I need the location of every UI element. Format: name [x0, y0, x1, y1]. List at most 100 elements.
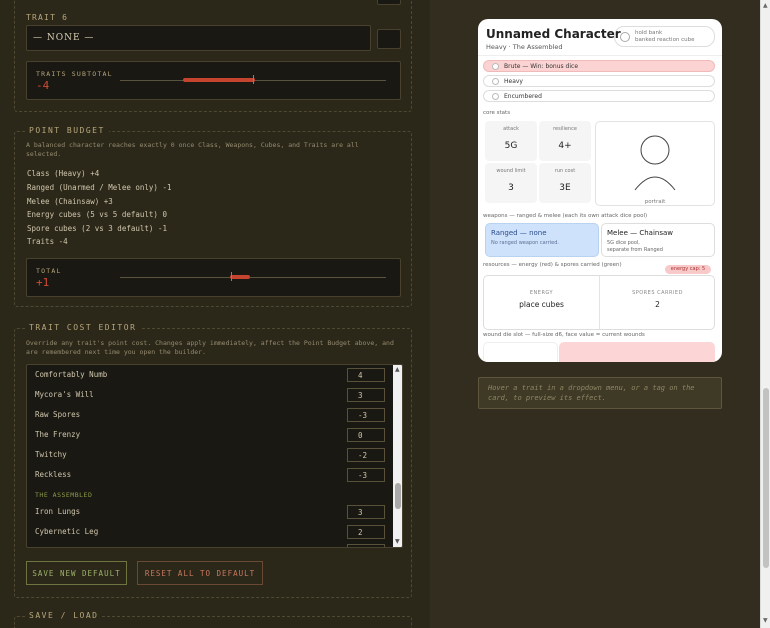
tag-circle-icon: [492, 78, 499, 85]
trait-cost-list[interactable]: Comfortably Numb 4 Mycora's Will 3 Raw S…: [26, 364, 403, 548]
traits-subtotal-box: TRAITS SUBTOTAL -4: [26, 61, 401, 100]
group-heading: THE ASSEMBLED: [35, 491, 93, 499]
budget-total-value: +1: [36, 276, 50, 289]
list-scrollbar[interactable]: ▲ ▼: [393, 365, 402, 547]
trait-cost-editor-title: TRAIT COST EDITOR: [25, 323, 141, 332]
point-budget-title: POINT BUDGET: [25, 126, 109, 135]
portrait: portrait: [595, 121, 715, 206]
scroll-up-icon[interactable]: ▲: [395, 366, 400, 373]
trait-name: Mycora's Will: [35, 390, 94, 399]
hold-bank-sublabel: banked reaction cube: [635, 37, 695, 43]
stat-key: wound limit: [496, 168, 526, 174]
reset-all-default-label: RESET ALL TO DEFAULT: [144, 569, 256, 578]
energy-value[interactable]: place cubes: [484, 300, 599, 309]
traits-subtotal-label: TRAITS SUBTOTAL: [36, 70, 113, 78]
list-item: Mycora's Will 3: [27, 385, 395, 405]
budget-line-class: Class (Heavy) +4: [27, 169, 100, 178]
list-next-item-stub: [347, 544, 385, 547]
hover-hint: Hover a trait in a dropdown menu, or a t…: [478, 377, 722, 409]
melee-desc-1: 5G dice pool,: [607, 240, 640, 246]
wound-left-box: [483, 342, 558, 362]
trait-cost-input[interactable]: -2: [347, 448, 385, 462]
stat-key: resilience: [553, 126, 577, 132]
hold-bank-label: hold bank: [635, 30, 663, 36]
list-scroll-thumb[interactable]: [395, 483, 401, 509]
budget-line-traits: Traits -4: [27, 237, 68, 246]
portrait-silhouette-icon: [634, 135, 676, 191]
total-track: [120, 277, 386, 278]
weapons-label: weapons — ranged & melee (each its own a…: [483, 213, 648, 219]
budget-total-label: TOTAL: [36, 267, 62, 275]
budget-line-ranged: Ranged (Unarmed / Melee only) -1: [27, 183, 172, 192]
budget-line-melee: Melee (Chainsaw) +3: [27, 197, 113, 206]
stat-key: attack: [503, 126, 519, 132]
list-item: Raw Spores -3: [27, 405, 395, 425]
trait6-clear-button[interactable]: [377, 29, 401, 49]
energy-cap-badge: energy cap: 5: [665, 265, 711, 274]
traits-subtotal-value: -4: [36, 79, 50, 92]
trait-cost-editor-desc: Override any trait's point cost. Changes…: [26, 339, 394, 356]
energy-label: ENERGY: [529, 290, 554, 296]
tag-circle-icon: [492, 93, 499, 100]
ranged-title: Ranged — none: [491, 229, 547, 237]
character-name: Unnamed Character: [486, 27, 621, 41]
list-item: Reckless -3: [27, 465, 395, 485]
wound-slot-label: wound die slot — full-size d6, face valu…: [483, 332, 645, 338]
trait-name: Cybernetic Leg: [35, 527, 99, 536]
page-scroll-down-icon[interactable]: ▼: [763, 617, 768, 624]
hold-bank-circle-icon: [620, 32, 630, 42]
tag-encumbered[interactable]: Encumbered: [483, 90, 715, 102]
melee-desc-2: separate from Ranged: [607, 247, 663, 253]
wound-die-slot[interactable]: [559, 342, 715, 362]
trait-cost-input[interactable]: 2: [347, 525, 385, 539]
resources-label: resources — energy (red) & spores carrie…: [483, 262, 622, 268]
ranged-weapon-box[interactable]: Ranged — none No ranged weapon carried.: [485, 223, 599, 257]
builder-panel: TRAIT 6 — NONE — TRAITS SUBTOTAL -4 POIN…: [0, 0, 430, 628]
trait6-select[interactable]: — NONE —: [26, 25, 371, 51]
melee-weapon-box[interactable]: Melee — Chainsaw 5G dice pool, separate …: [601, 223, 715, 257]
tag-brute[interactable]: Brute — Win: bonus dice: [483, 60, 715, 72]
save-load-title: SAVE / LOAD: [25, 611, 103, 620]
hold-bank-toggle[interactable]: hold bank banked reaction cube: [614, 26, 715, 47]
page-scroll-up-icon[interactable]: ▲: [763, 2, 768, 9]
character-card: Unnamed Character Heavy · The Assembled …: [478, 19, 722, 362]
stat-key: run cost: [554, 168, 576, 174]
stat-value: 5G: [504, 141, 518, 151]
trait-cost-input[interactable]: 3: [347, 388, 385, 402]
reset-all-default-button[interactable]: RESET ALL TO DEFAULT: [137, 561, 263, 585]
tag-heavy[interactable]: Heavy: [483, 75, 715, 87]
list-item: Cybernetic Leg 2: [27, 522, 395, 542]
list-item: The Frenzy 0: [27, 425, 395, 445]
save-new-default-button[interactable]: SAVE NEW DEFAULT: [26, 561, 127, 585]
trait-cost-input[interactable]: -3: [347, 468, 385, 482]
resources-box: ENERGY place cubes SPORES CARRIED 2: [483, 275, 715, 330]
preview-panel: Unnamed Character Heavy · The Assembled …: [430, 0, 760, 628]
stat-wound-limit: wound limit 3: [485, 163, 537, 203]
list-item: Iron Lungs 3: [27, 502, 395, 522]
trait-name: Reckless: [35, 470, 72, 479]
budget-line-spores: Spore cubes (2 vs 3 default) -1: [27, 224, 167, 233]
stat-run-cost: run cost 3E: [539, 163, 591, 203]
trait-cost-input[interactable]: 3: [347, 505, 385, 519]
trait6-label: TRAIT 6: [26, 13, 69, 22]
trait-name: Twitchy: [35, 450, 67, 459]
stat-value: 3E: [559, 183, 571, 193]
trait-name: Raw Spores: [35, 410, 81, 419]
page-scrollbar[interactable]: ▲ ▼: [760, 0, 770, 628]
trait-name: The Frenzy: [35, 430, 81, 439]
stat-value: 4+: [558, 141, 572, 151]
total-zero-tick: [231, 272, 232, 281]
melee-title: Melee — Chainsaw: [607, 229, 674, 237]
subtotal-zero-tick: [253, 75, 254, 84]
card-divider: [478, 55, 722, 56]
ranged-desc: No ranged weapon carried.: [491, 240, 559, 246]
list-item: Twitchy -2: [27, 445, 395, 465]
tag-label: Brute — Win: bonus dice: [504, 63, 579, 70]
subtotal-bar: [183, 78, 255, 82]
trait-cost-input[interactable]: -3: [347, 408, 385, 422]
scroll-down-icon[interactable]: ▼: [395, 538, 400, 545]
trait-cost-input[interactable]: 0: [347, 428, 385, 442]
page-scroll-thumb[interactable]: [763, 388, 769, 568]
trait-cost-input[interactable]: 4: [347, 368, 385, 382]
tag-label: Heavy: [504, 78, 523, 85]
